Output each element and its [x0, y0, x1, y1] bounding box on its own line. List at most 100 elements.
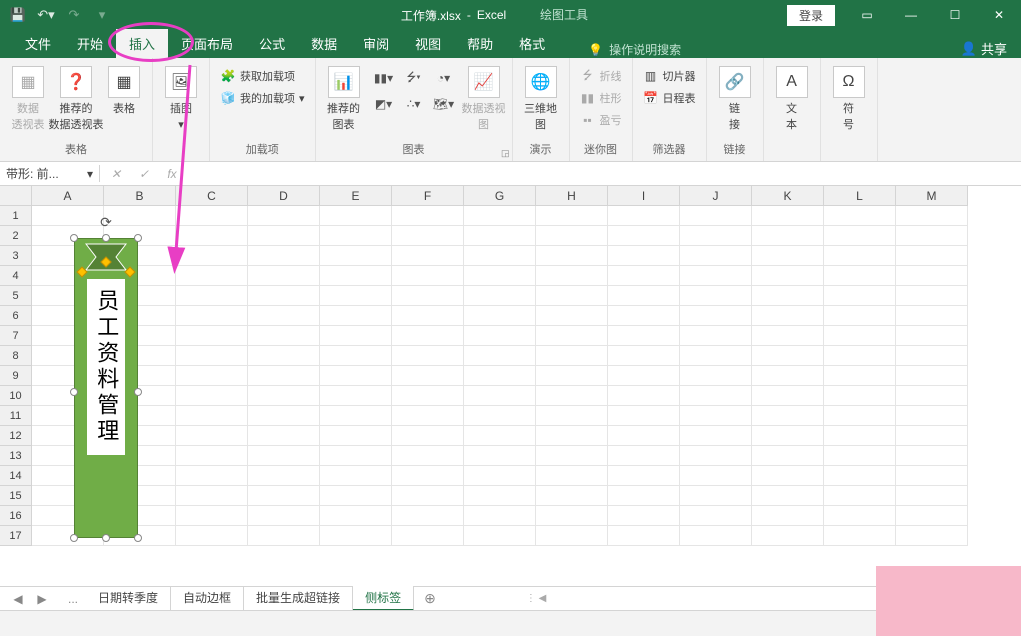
cell[interactable] [392, 526, 464, 546]
cell[interactable] [536, 226, 608, 246]
cell[interactable] [752, 446, 824, 466]
cell[interactable] [824, 506, 896, 526]
cell[interactable] [896, 446, 968, 466]
scatter-chart-icon[interactable]: ∴▾ [400, 92, 428, 116]
cell[interactable] [824, 526, 896, 546]
cell[interactable] [536, 386, 608, 406]
cell[interactable] [392, 406, 464, 426]
cell[interactable] [248, 306, 320, 326]
cell[interactable] [320, 466, 392, 486]
cell[interactable] [392, 366, 464, 386]
resize-handle[interactable] [134, 534, 142, 542]
resize-handle[interactable] [70, 234, 78, 242]
cell[interactable] [320, 226, 392, 246]
text-button[interactable]: A 文 本 [770, 62, 814, 132]
cell[interactable] [248, 326, 320, 346]
cell[interactable] [824, 306, 896, 326]
cell[interactable] [608, 366, 680, 386]
cell[interactable] [752, 526, 824, 546]
timeline-button[interactable]: 📅日程表 [639, 88, 700, 108]
column-header[interactable]: A [32, 186, 104, 206]
sheet-tab[interactable]: 批量生成超链接 [244, 586, 353, 611]
row-header[interactable]: 9 [0, 366, 32, 386]
cell[interactable] [392, 266, 464, 286]
row-header[interactable]: 2 [0, 226, 32, 246]
cell[interactable] [464, 206, 536, 226]
cell[interactable] [608, 486, 680, 506]
cell[interactable] [752, 506, 824, 526]
cell[interactable] [176, 226, 248, 246]
3d-map-button[interactable]: 🌐 三维地 图 [519, 62, 563, 132]
column-header[interactable]: H [536, 186, 608, 206]
cell[interactable] [536, 426, 608, 446]
cell[interactable] [176, 326, 248, 346]
link-button[interactable]: 🔗 链 接 [713, 62, 757, 132]
cell[interactable] [896, 466, 968, 486]
cell[interactable] [464, 286, 536, 306]
row-header[interactable]: 4 [0, 266, 32, 286]
rotate-handle-icon[interactable]: ⟳ [100, 214, 112, 231]
cell[interactable] [752, 386, 824, 406]
cell[interactable] [392, 426, 464, 446]
enter-icon[interactable]: ✓ [134, 167, 154, 181]
cell[interactable] [896, 506, 968, 526]
get-addins-button[interactable]: 🧩 获取加载项 [216, 66, 309, 86]
cell[interactable] [896, 266, 968, 286]
cell[interactable] [248, 486, 320, 506]
cell[interactable] [536, 486, 608, 506]
cell[interactable] [320, 206, 392, 226]
cell[interactable] [176, 446, 248, 466]
cell[interactable] [392, 306, 464, 326]
table-button[interactable]: ▦ 表格 [102, 62, 146, 116]
cell[interactable] [464, 486, 536, 506]
resize-handle[interactable] [102, 534, 110, 542]
cell[interactable] [176, 386, 248, 406]
cell[interactable] [536, 286, 608, 306]
cell[interactable] [392, 446, 464, 466]
cell[interactable] [824, 206, 896, 226]
cell[interactable] [680, 286, 752, 306]
cell[interactable] [536, 506, 608, 526]
cell[interactable] [824, 246, 896, 266]
tab-home[interactable]: 开始 [64, 29, 116, 58]
sheet-overflow-icon[interactable]: ... [60, 592, 86, 606]
cell[interactable] [248, 226, 320, 246]
cell[interactable] [464, 266, 536, 286]
row-header[interactable]: 3 [0, 246, 32, 266]
cell[interactable] [536, 406, 608, 426]
line-chart-icon[interactable]: ⭍▾ [400, 66, 428, 90]
cell[interactable] [608, 506, 680, 526]
cell[interactable] [752, 266, 824, 286]
tab-review[interactable]: 审阅 [350, 29, 402, 58]
cell[interactable] [680, 506, 752, 526]
cell[interactable] [320, 286, 392, 306]
cell[interactable] [248, 426, 320, 446]
recommended-charts-button[interactable]: 📊 推荐的 图表 [322, 62, 366, 132]
cell[interactable] [824, 426, 896, 446]
row-header[interactable]: 11 [0, 406, 32, 426]
cell[interactable] [392, 386, 464, 406]
cell[interactable] [536, 446, 608, 466]
cell[interactable] [248, 266, 320, 286]
cell[interactable] [464, 246, 536, 266]
cell[interactable] [464, 326, 536, 346]
cell[interactable] [176, 206, 248, 226]
cell[interactable] [896, 326, 968, 346]
cell[interactable] [248, 286, 320, 306]
column-header[interactable]: C [176, 186, 248, 206]
cell[interactable] [32, 206, 104, 226]
cell[interactable] [536, 306, 608, 326]
row-header[interactable]: 10 [0, 386, 32, 406]
cell[interactable] [680, 326, 752, 346]
cell[interactable] [464, 346, 536, 366]
cell[interactable] [896, 286, 968, 306]
cell[interactable] [176, 406, 248, 426]
cell[interactable] [752, 466, 824, 486]
cell[interactable] [392, 246, 464, 266]
cell[interactable] [464, 306, 536, 326]
cell[interactable] [680, 346, 752, 366]
column-header[interactable]: I [608, 186, 680, 206]
cell[interactable] [320, 426, 392, 446]
tab-data[interactable]: 数据 [298, 29, 350, 58]
cell[interactable] [608, 246, 680, 266]
